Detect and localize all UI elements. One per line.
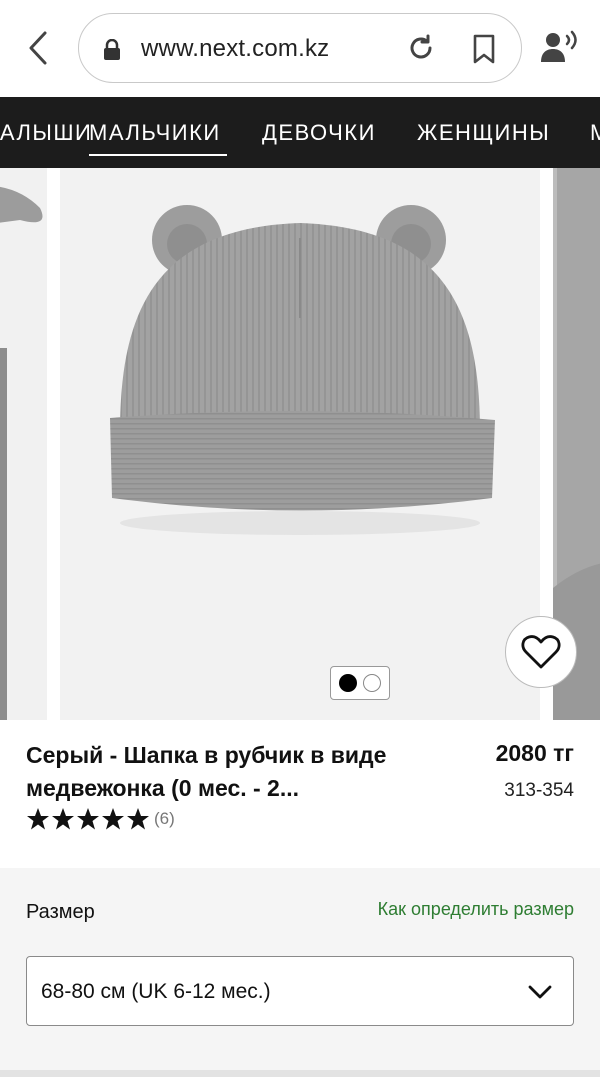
nav-item-girls[interactable]: ДЕВОЧКИ (262, 120, 376, 146)
size-section: Размер Как определить размер 68-80 см (U… (0, 868, 600, 1077)
browser-bar: www.next.com.kz (0, 0, 600, 97)
beanie-hat-image (110, 205, 495, 535)
size-select-value: 68-80 см (UK 6-12 мес.) (41, 980, 271, 1003)
pagination-dot-2[interactable] (363, 674, 381, 692)
star-icon (127, 808, 149, 830)
star-icon (102, 808, 124, 830)
reload-icon[interactable] (406, 33, 436, 63)
chevron-down-icon (528, 985, 552, 999)
lock-icon (104, 39, 120, 60)
carousel-pagination[interactable] (330, 666, 390, 700)
pagination-dot-1[interactable] (339, 674, 357, 692)
star-icon (27, 808, 49, 830)
nav-item-babies[interactable]: МАЛЫШИ (0, 120, 92, 146)
chevron-left-icon (29, 31, 47, 65)
size-guide-link[interactable]: Как определить размер (378, 899, 574, 920)
bookmark-icon[interactable] (472, 34, 496, 64)
main-product-slide[interactable] (60, 168, 540, 720)
product-title: Серый - Шапка в рубчик в виде медвежонка… (26, 742, 387, 801)
rating-count: (6) (154, 809, 175, 828)
read-aloud-icon[interactable] (540, 30, 580, 64)
star-icon (52, 808, 74, 830)
previous-product-image (0, 187, 43, 720)
product-image-carousel[interactable] (0, 168, 600, 720)
nav-item-boys[interactable]: МАЛЬЧИКИ (89, 120, 221, 146)
nav-item-men[interactable]: МУЖЧИНЫ (590, 120, 600, 146)
section-divider (0, 1070, 600, 1077)
product-info: Серый - Шапка в рубчик в виде медвежонка… (0, 720, 600, 868)
product-price: 2080 тг (495, 740, 574, 766)
product-sku: 313-354 (504, 780, 574, 801)
nav-active-underline (89, 154, 227, 156)
star-icon (77, 808, 99, 830)
size-select[interactable]: 68-80 см (UK 6-12 мес.) (26, 956, 574, 1026)
address-bar[interactable]: www.next.com.kz (78, 13, 522, 83)
category-nav: МАЛЫШИ МАЛЬЧИКИ ДЕВОЧКИ ЖЕНЩИНЫ МУЖЧИНЫ (0, 97, 600, 168)
url-text: www.next.com.kz (141, 35, 330, 62)
nav-item-women[interactable]: ЖЕНЩИНЫ (417, 120, 550, 146)
size-label: Размер (26, 901, 95, 923)
product-rating[interactable]: (6) (26, 807, 175, 831)
heart-icon (521, 635, 561, 669)
back-button[interactable] (22, 28, 54, 68)
favorite-button[interactable] (505, 616, 577, 688)
previous-slide[interactable] (0, 168, 47, 720)
